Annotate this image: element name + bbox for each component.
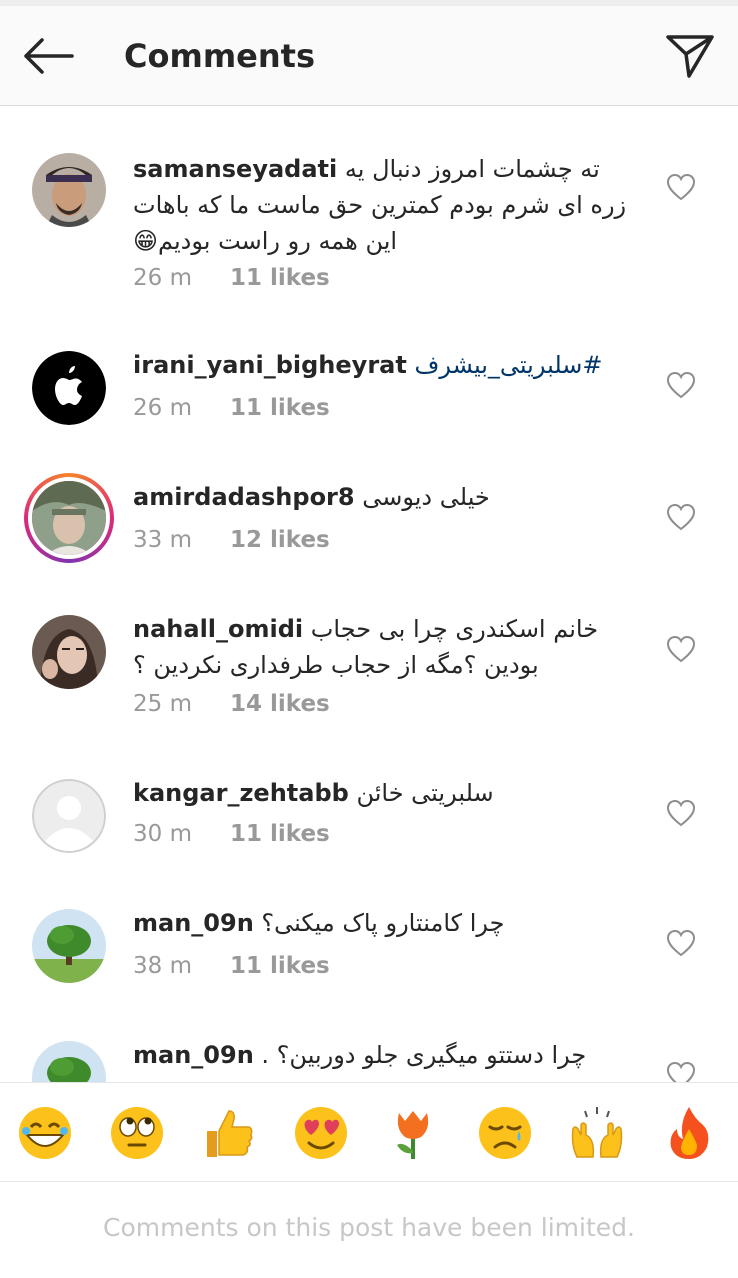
page-title: Comments: [124, 37, 315, 75]
paper-plane-icon: [666, 35, 714, 78]
like-heart-icon[interactable]: [666, 503, 696, 531]
comment-username[interactable]: nahall_omidi: [133, 615, 303, 643]
back-button[interactable]: [16, 28, 80, 84]
emoji-quick-bar: [0, 1082, 738, 1182]
like-heart-icon[interactable]: [666, 799, 696, 827]
comment-time: 38 m: [133, 953, 192, 979]
comments-list[interactable]: samanseyadati ته چشمات امروز دنبال یه زر…: [0, 107, 738, 1082]
comment-meta: 38 m 11 likes: [133, 953, 330, 979]
comment-likes[interactable]: 11 likes: [230, 395, 330, 421]
avatar[interactable]: [32, 1041, 106, 1082]
comment-text: man_09n چرا دستتو میگیری جلو دوربین؟ .: [133, 1037, 638, 1073]
comment-likes[interactable]: 14 likes: [230, 691, 330, 717]
like-heart-icon[interactable]: [666, 173, 696, 201]
comment-text: nahall_omidi خانم اسکندری چرا بی حجاب بو…: [133, 611, 638, 683]
comment-time: 33 m: [133, 527, 192, 553]
raised-hands-emoji[interactable]: [569, 1105, 625, 1161]
comment-time: 26 m: [133, 395, 192, 421]
like-heart-icon[interactable]: [666, 635, 696, 663]
comment-text: man_09n چرا کامنتارو پاک میکنی؟: [133, 905, 638, 941]
comment-username[interactable]: man_09n: [133, 909, 254, 937]
comment-likes[interactable]: 11 likes: [230, 821, 330, 847]
comment-meta: 30 m 11 likes: [133, 821, 330, 847]
comment-text: kangar_zehtabb سلبریتی خائن: [133, 775, 638, 811]
like-heart-icon[interactable]: [666, 929, 696, 957]
comment-username[interactable]: man_09n: [133, 1041, 254, 1069]
default-avatar[interactable]: [32, 779, 106, 853]
comment-body: چرا دستتو میگیری جلو دوربین؟ .: [261, 1041, 587, 1069]
arrow-left-icon: [24, 38, 74, 74]
comment-text: samanseyadati ته چشمات امروز دنبال یه زر…: [133, 151, 638, 259]
avatar[interactable]: [32, 909, 106, 983]
comment-likes[interactable]: 11 likes: [230, 953, 330, 979]
comment-body: چرا کامنتارو پاک میکنی؟: [261, 909, 505, 937]
like-heart-icon[interactable]: [666, 371, 696, 399]
comment-likes[interactable]: 11 likes: [230, 265, 330, 291]
avatar[interactable]: [32, 615, 106, 689]
comment-limited-notice: Comments on this post have been limited.: [0, 1183, 738, 1278]
comment-meta: 33 m 12 likes: [133, 527, 330, 553]
header-bar: Comments: [0, 6, 738, 106]
comment-username[interactable]: amirdadashpor8: [133, 483, 355, 511]
comment-text: irani_yani_bigheyrat #سلبریتی_بیشرف: [133, 347, 638, 383]
comment-meta: 26 m 11 likes: [133, 395, 330, 421]
comment-username[interactable]: irani_yani_bigheyrat: [133, 351, 407, 379]
comment-username[interactable]: kangar_zehtabb: [133, 779, 349, 807]
share-button[interactable]: [658, 28, 722, 84]
comment-time: 25 m: [133, 691, 192, 717]
sad-face-emoji[interactable]: [477, 1105, 533, 1161]
limited-comments-text: Comments on this post have been limited.: [103, 1213, 635, 1242]
tulip-emoji[interactable]: [385, 1105, 441, 1161]
comment-body: خیلی دیوسی: [362, 483, 490, 511]
story-ring-avatar[interactable]: [24, 473, 114, 563]
comment-time: 26 m: [133, 265, 192, 291]
comment-time: 30 m: [133, 821, 192, 847]
comment-text: amirdadashpor8 خیلی دیوسی: [133, 479, 638, 515]
comment-likes[interactable]: 12 likes: [230, 527, 330, 553]
comment-username[interactable]: samanseyadati: [133, 155, 337, 183]
comment-hashtag[interactable]: #سلبریتی_بیشرف: [414, 351, 602, 379]
heart-eyes-emoji[interactable]: [293, 1105, 349, 1161]
grinning-face-emoji[interactable]: [17, 1105, 73, 1161]
thumbs-up-emoji[interactable]: [201, 1105, 257, 1161]
comment-body: سلبریتی خائن: [356, 779, 494, 807]
comment-meta: 26 m 11 likes: [133, 265, 330, 291]
avatar[interactable]: [32, 153, 106, 227]
avatar[interactable]: [32, 351, 106, 425]
rolling-eyes-emoji[interactable]: [109, 1105, 165, 1161]
comment-meta: 25 m 14 likes: [133, 691, 330, 717]
like-heart-icon[interactable]: [666, 1061, 696, 1082]
fire-emoji[interactable]: [661, 1105, 717, 1161]
